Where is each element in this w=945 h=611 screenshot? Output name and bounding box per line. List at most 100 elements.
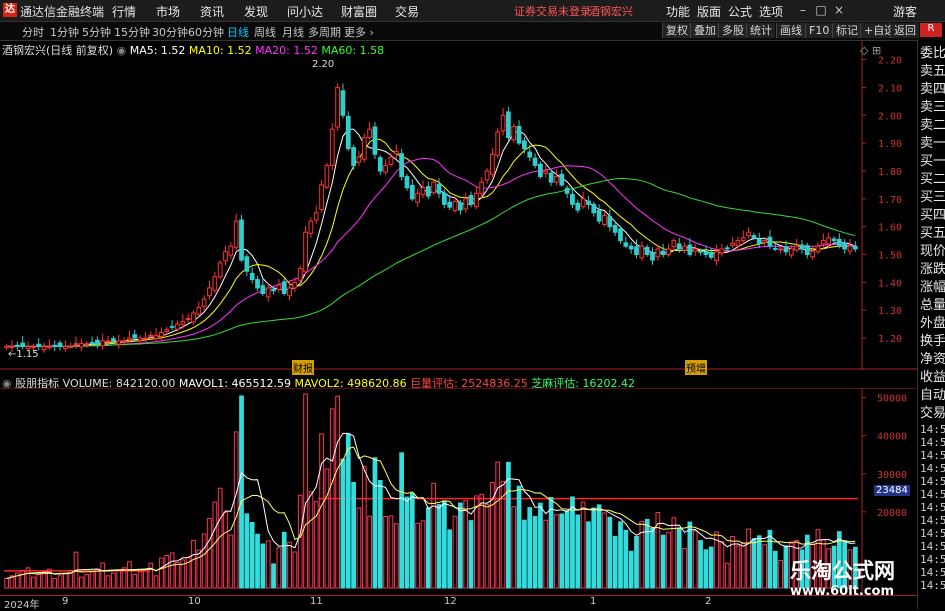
quote-row-10[interactable]: 买五 (920, 222, 945, 241)
volume-bar (340, 458, 346, 589)
candle-up (393, 150, 399, 155)
quote-row-9[interactable]: 买四 (920, 204, 945, 223)
auto-trade-2[interactable]: 交易 (920, 402, 945, 421)
diejia-button[interactable]: 叠加 (690, 23, 719, 38)
volume-chart[interactable]: 50000 40000 30000 20000 (0, 388, 917, 595)
candle-down (767, 236, 773, 247)
candle-down (772, 247, 778, 250)
event-caibao[interactable]: 财报 (292, 360, 314, 375)
maximize-icon[interactable]: □ (812, 2, 830, 18)
event-yuzeng[interactable]: 预增 (685, 360, 707, 375)
candle-up (463, 198, 469, 210)
volume-bar (735, 545, 741, 589)
back-button[interactable]: 返回 (890, 23, 919, 38)
quote-row-14[interactable]: 总量 (920, 294, 945, 313)
price-tick-label: 1.60 (878, 223, 902, 234)
fuquan-button[interactable]: 复权 (662, 23, 691, 38)
volume-bar (393, 523, 399, 589)
period-multi[interactable]: 多周期 (308, 24, 341, 40)
auto-trade-1[interactable]: 自动 (920, 384, 945, 403)
biaoji-button[interactable]: 标记 (832, 23, 861, 38)
huaxian-button[interactable]: 画线 (776, 23, 805, 38)
quote-row-7[interactable]: 买二 (920, 168, 945, 187)
period-fenshi[interactable]: 分时 (22, 24, 44, 40)
menu-faxian[interactable]: 发现 (244, 3, 268, 20)
volume-bar (559, 513, 565, 589)
candle-down (852, 245, 858, 250)
menu-banmian[interactable]: 版面 (697, 3, 721, 20)
minimize-icon[interactable]: – (794, 2, 812, 18)
quote-row-0[interactable]: 委比 (920, 42, 945, 61)
user-guest[interactable]: 游客 (893, 3, 917, 20)
menu-jiaoyi[interactable]: 交易 (395, 3, 419, 20)
period-60min[interactable]: 60分钟 (188, 24, 224, 40)
candle-down (36, 343, 42, 347)
period-30min[interactable]: 30分钟 (152, 24, 188, 40)
menu-hangqing[interactable]: 行情 (112, 3, 136, 20)
candle-up (4, 345, 10, 349)
period-5min[interactable]: 5分钟 (82, 24, 111, 40)
menu-gongshi[interactable]: 公式 (728, 3, 752, 20)
volume-bar (265, 540, 271, 589)
panel-corner[interactable]: R (920, 23, 942, 37)
volume-bar (335, 395, 340, 589)
quote-row-11[interactable]: 现价 (920, 240, 945, 259)
period-1min[interactable]: 1分钟 (50, 24, 79, 40)
quote-row-17[interactable]: 净资 (920, 348, 945, 367)
quote-row-8[interactable]: 买三 (920, 186, 945, 205)
duogu-button[interactable]: 多股 (718, 23, 747, 38)
quote-row-12[interactable]: 涨跌 (920, 258, 945, 277)
volume-bar (463, 500, 469, 589)
period-weekly[interactable]: 周线 (254, 24, 276, 40)
volume-bar (436, 504, 442, 589)
candle-up (602, 215, 607, 225)
candle-down (612, 225, 618, 233)
candle-up (319, 184, 324, 210)
volume-bar (441, 500, 447, 589)
quote-row-15[interactable]: 外盘 (920, 312, 945, 331)
volume-bar (153, 575, 159, 589)
quote-row-16[interactable]: 换手 (920, 330, 945, 349)
candle-down (596, 210, 602, 222)
volume-bar (484, 504, 490, 589)
quote-row-1[interactable]: 卖五 (920, 60, 945, 79)
candle-up (63, 345, 68, 350)
quote-row-18[interactable]: 收益 (920, 366, 945, 385)
close-icon[interactable]: × (830, 2, 848, 18)
price-chart[interactable]: 2.20 2.10 2.00 1.90 1.80 1.70 1.60 1.50 1.40 1.30… (0, 40, 917, 370)
volume-bar (30, 576, 36, 589)
menu-xuanxiang[interactable]: 选项 (759, 3, 783, 20)
volume-bar (111, 572, 116, 589)
f10-button[interactable]: F10 (805, 23, 833, 38)
quote-row-2[interactable]: 卖四 (920, 78, 945, 97)
volume-bar (207, 518, 212, 589)
menu-gongneng[interactable]: 功能 (666, 3, 690, 20)
candle-up (810, 251, 815, 258)
quote-row-3[interactable]: 卖三 (920, 96, 945, 115)
candle-down (57, 342, 63, 347)
candle-down (687, 244, 693, 256)
chart-option-icons[interactable]: ◇ ⊞ (860, 44, 881, 57)
menu-shichang[interactable]: 市场 (156, 3, 180, 20)
stock-link[interactable]: 酒钢宏兴 (589, 3, 633, 19)
candle-up (479, 181, 485, 194)
quote-row-4[interactable]: 卖二 (920, 114, 945, 133)
quote-row-5[interactable]: 卖一 (920, 132, 945, 151)
tongji-button[interactable]: 统计 (746, 23, 775, 38)
menu-zixun[interactable]: 资讯 (200, 3, 224, 20)
period-15min[interactable]: 15分钟 (114, 24, 150, 40)
menu-wenxiaoda[interactable]: 问小达 (287, 3, 323, 20)
volume-bar (276, 547, 282, 589)
price-tick-label: 1.50 (878, 251, 902, 262)
volume-bar (420, 520, 426, 589)
candle-up (180, 320, 186, 325)
period-more[interactable]: 更多 › (344, 24, 374, 40)
candle-down (842, 242, 848, 250)
period-daily[interactable]: 日线 (227, 24, 249, 40)
menu-caifuquan[interactable]: 财富圈 (341, 3, 377, 20)
quote-row-6[interactable]: 买一 (920, 150, 945, 169)
quote-row-13[interactable]: 涨幅 (920, 276, 945, 295)
period-monthly[interactable]: 月线 (282, 24, 304, 40)
candle-down (623, 242, 629, 247)
login-notice[interactable]: 证券交易未登录 (514, 3, 591, 19)
